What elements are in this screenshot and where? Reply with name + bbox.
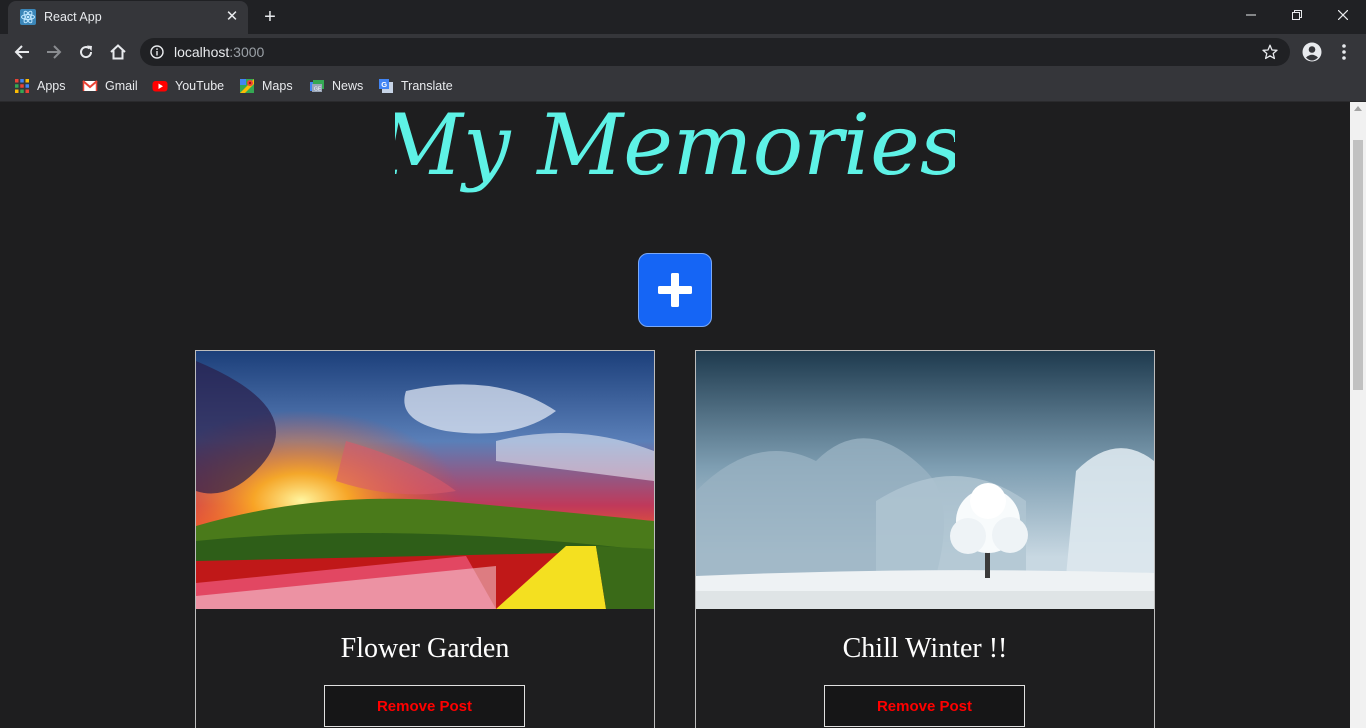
apps-grid-icon bbox=[15, 79, 29, 93]
bookmark-star-icon[interactable] bbox=[1262, 44, 1278, 60]
bookmark-news[interactable]: GE News bbox=[309, 76, 363, 96]
post-card: Chill Winter !! Remove Post bbox=[695, 350, 1155, 728]
post-image-flower-garden bbox=[196, 351, 654, 609]
post-title: Chill Winter !! bbox=[842, 633, 1008, 664]
page-title: My Memories bbox=[395, 102, 955, 194]
bookmarks-bar: Apps Gmail YouTube Maps GE News G Transl… bbox=[0, 70, 1366, 102]
back-arrow-icon[interactable] bbox=[8, 38, 36, 66]
youtube-icon bbox=[152, 81, 168, 92]
svg-text:GE: GE bbox=[314, 87, 322, 93]
url-text: localhost:3000 bbox=[174, 44, 264, 60]
bookmark-label: Apps bbox=[37, 79, 66, 93]
page-title-text: My Memories bbox=[395, 102, 955, 194]
url-host: localhost bbox=[174, 44, 230, 60]
translate-icon: G bbox=[379, 79, 393, 93]
scrollbar-thumb[interactable] bbox=[1353, 140, 1363, 390]
close-tab-icon[interactable]: ✕ bbox=[223, 8, 241, 26]
bookmark-label: Maps bbox=[262, 79, 293, 93]
tab-title: React App bbox=[44, 10, 102, 24]
reload-icon[interactable] bbox=[72, 38, 100, 66]
plus-icon bbox=[658, 273, 692, 307]
browser-tab[interactable]: React App ✕ bbox=[8, 1, 248, 34]
close-window-icon[interactable] bbox=[1320, 0, 1366, 30]
page-viewport: My Memories Flower Garden Remove Post Ch… bbox=[0, 102, 1350, 728]
bookmark-label: Translate bbox=[401, 79, 453, 93]
bookmark-maps[interactable]: Maps bbox=[239, 76, 293, 96]
remove-post-button[interactable]: Remove Post bbox=[324, 685, 525, 727]
svg-text:G: G bbox=[381, 80, 387, 89]
post-title: Flower Garden bbox=[340, 633, 510, 664]
forward-arrow-icon[interactable] bbox=[40, 38, 68, 66]
home-icon[interactable] bbox=[104, 38, 132, 66]
vertical-scrollbar[interactable] bbox=[1350, 102, 1366, 728]
minimize-window-icon[interactable] bbox=[1228, 0, 1274, 30]
scroll-up-arrow-icon[interactable] bbox=[1354, 106, 1362, 111]
profile-icon[interactable] bbox=[1302, 42, 1322, 62]
bookmark-label: News bbox=[332, 79, 364, 93]
bookmark-gmail[interactable]: Gmail bbox=[82, 76, 138, 96]
add-post-button[interactable] bbox=[638, 253, 712, 327]
post-image-chill-winter bbox=[696, 351, 1154, 609]
browser-menu-icon[interactable] bbox=[1336, 42, 1352, 62]
bookmark-label: YouTube bbox=[175, 79, 225, 93]
bookmark-label: Gmail bbox=[105, 79, 138, 93]
browser-toolbar: localhost:3000 bbox=[0, 34, 1366, 70]
url-port: :3000 bbox=[229, 44, 265, 60]
new-tab-icon[interactable]: + bbox=[258, 6, 282, 28]
gmail-icon bbox=[82, 80, 98, 91]
bookmark-translate[interactable]: G Translate bbox=[378, 76, 453, 96]
maps-icon bbox=[240, 79, 254, 93]
tab-strip: React App ✕ + bbox=[0, 0, 1366, 34]
react-icon bbox=[20, 9, 36, 25]
remove-post-button[interactable]: Remove Post bbox=[824, 685, 1025, 727]
post-card: Flower Garden Remove Post bbox=[195, 350, 655, 728]
bookmark-youtube[interactable]: YouTube bbox=[152, 76, 224, 96]
restore-window-icon[interactable] bbox=[1274, 0, 1320, 30]
info-icon[interactable] bbox=[150, 45, 164, 59]
news-icon: GE bbox=[310, 80, 324, 93]
bookmark-apps[interactable]: Apps bbox=[14, 76, 66, 96]
address-bar[interactable]: localhost:3000 bbox=[140, 38, 1290, 66]
